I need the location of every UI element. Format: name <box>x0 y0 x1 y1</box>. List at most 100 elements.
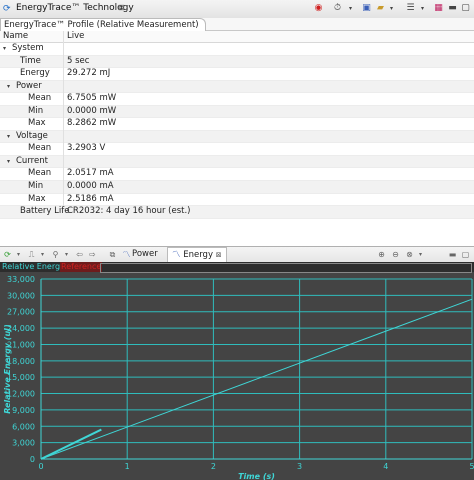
refresh-icon[interactable]: ⟳ <box>2 249 13 260</box>
app-title: EnergyTrace™ Technology <box>16 3 134 13</box>
table-row[interactable]: Mean 6.7505 mW <box>0 93 474 106</box>
row-name: Max <box>28 193 46 204</box>
profile-table: Name Live ▾ System Time 5 sec Energy 29.272 m… <box>0 31 474 219</box>
open-dropdown-icon[interactable]: ▾ <box>386 3 397 14</box>
table-row[interactable]: Max 2.5186 mA <box>0 194 474 207</box>
row-name: Energy <box>20 68 50 79</box>
row-value: 0.0000 mW <box>67 105 117 116</box>
maximize-icon[interactable]: ▢ <box>460 3 471 14</box>
y-tick-label: 30,000 <box>7 291 35 300</box>
y-tick-label: 6,000 <box>12 422 35 431</box>
chart-minimize-icon[interactable]: ▬ <box>447 249 458 260</box>
column-header-live[interactable]: Live <box>67 31 84 42</box>
y-tick-label: 33,000 <box>7 275 35 284</box>
y-tick-label: 27,000 <box>7 308 35 317</box>
settings-dropdown-icon[interactable]: ▾ <box>417 3 428 14</box>
zoom-fit-icon[interactable]: ⊗ <box>404 249 415 260</box>
x-tick-label: 5 <box>469 462 474 471</box>
open-folder-icon[interactable]: ▰ <box>375 3 386 14</box>
record-icon[interactable]: ◉ <box>313 3 324 14</box>
legend-relative-energy[interactable]: Relative Energy <box>2 262 65 272</box>
energy-tab-icon: 〽 <box>172 250 181 260</box>
energy-chart[interactable]: 03,0006,0009,00012,00015,00018,00021,000… <box>0 272 474 480</box>
table-row[interactable]: Time 5 sec <box>0 55 474 69</box>
pin-dropdown-icon[interactable]: ▾ <box>61 249 72 260</box>
row-name: Power <box>16 80 42 91</box>
y-axis-label: Relative Energy (uJ) <box>3 324 12 414</box>
x-axis-label: Time (s) <box>238 472 275 480</box>
row-name: Voltage <box>16 130 48 141</box>
table-row[interactable]: Mean 3.2903 V <box>0 143 474 156</box>
zoom-dropdown-icon[interactable]: ▾ <box>415 249 426 260</box>
x-tick-label: 0 <box>38 462 43 471</box>
row-name: Battery Life <box>20 206 70 217</box>
timer-icon[interactable]: ⏱ <box>332 3 343 14</box>
save-icon[interactable]: ▣ <box>361 3 372 14</box>
table-row[interactable]: ▾ Current <box>0 155 474 169</box>
row-name: Current <box>16 155 48 166</box>
graph-dropdown-icon[interactable]: ▾ <box>37 249 48 260</box>
table-row[interactable]: Max 8.2862 mW <box>0 118 474 131</box>
column-divider <box>63 31 64 206</box>
tab-power[interactable]: Power <box>132 249 158 260</box>
x-tick-label: 3 <box>297 462 302 471</box>
forward-icon[interactable]: ⇨ <box>87 249 98 260</box>
tab-energy-label: Energy <box>183 250 213 260</box>
energytrace-icon: ⟳ <box>3 4 11 14</box>
row-value: 6.7505 mW <box>67 93 117 104</box>
row-name: Mean <box>28 168 52 179</box>
title-bar: ⟳ EnergyTrace™ Technology ⊠ ◉ ⏱ ▾ ▣ ▰ ▾ … <box>0 0 474 19</box>
row-name: Max <box>28 118 46 129</box>
expand-toggle-icon[interactable]: ▾ <box>7 81 10 92</box>
column-header-name[interactable]: Name <box>3 31 28 42</box>
expand-toggle-icon[interactable]: ▾ <box>7 156 10 167</box>
compare-icon[interactable]: ▦ <box>433 3 444 14</box>
row-value: 2.5186 mA <box>67 193 114 204</box>
row-name: Mean <box>28 143 52 154</box>
energy-tab-close-icon[interactable]: ⊠ <box>216 251 222 259</box>
timer-dropdown-icon[interactable]: ▾ <box>345 3 356 14</box>
table-row[interactable]: Min 0.0000 mW <box>0 105 474 119</box>
new-window-icon[interactable]: ⧉ <box>107 249 118 260</box>
graph-icon[interactable]: ⎍ <box>26 249 37 260</box>
row-name: Time <box>20 55 41 66</box>
back-icon[interactable]: ⇦ <box>74 249 85 260</box>
minimize-icon[interactable]: ▬ <box>447 3 458 14</box>
zoom-in-icon[interactable]: ⊕ <box>376 249 387 260</box>
expand-toggle-icon[interactable]: ▾ <box>3 43 6 54</box>
row-name: Min <box>28 105 44 116</box>
close-icon[interactable]: ⊠ <box>118 3 125 12</box>
tab-energy[interactable]: 〽 Energy ⊠ <box>167 247 227 262</box>
row-value: 8.2862 mW <box>67 118 117 129</box>
legend-reference[interactable]: Reference <box>60 262 103 272</box>
row-name: System <box>12 43 44 53</box>
expand-toggle-icon[interactable]: ▾ <box>7 131 10 142</box>
table-row[interactable]: ▾ Power <box>0 80 474 94</box>
row-value: 3.2903 V <box>67 143 106 154</box>
chart-toolbar: ⟳ ▾ ⎍ ▾ ⚲ ▾ ⇦ ⇨ ⧉ 〽 Power 〽 Energy ⊠ ⊕ ⊖… <box>0 247 474 263</box>
refresh-dropdown-icon[interactable]: ▾ <box>13 249 24 260</box>
table-row[interactable]: Energy 29.272 mJ <box>0 68 474 81</box>
series-line-0 <box>40 428 102 460</box>
row-value: CR2032: 4 day 16 hour (est.) <box>67 206 191 217</box>
row-value: 5 sec <box>67 55 90 66</box>
row-name: Min <box>28 181 44 192</box>
settings-icon[interactable]: ☰ <box>405 3 416 14</box>
chart-maximize-icon[interactable]: ▢ <box>460 249 471 260</box>
row-value: 2.0517 mA <box>67 168 114 179</box>
table-row[interactable]: Mean 2.0517 mA <box>0 168 474 182</box>
power-tab-icon: 〽 <box>122 250 131 259</box>
table-row[interactable]: ▾ Voltage <box>0 130 474 144</box>
series-line-1 <box>40 298 473 460</box>
table-row[interactable]: ▾ System <box>0 43 474 56</box>
row-value: 29.272 mJ <box>67 68 111 79</box>
table-row[interactable]: Min 0.0000 mA <box>0 181 474 194</box>
x-tick-label: 4 <box>383 462 388 471</box>
table-row[interactable]: Battery Life CR2032: 4 day 16 hour (est.) <box>0 206 474 219</box>
zoom-out-icon[interactable]: ⊖ <box>390 249 401 260</box>
x-tick-label: 1 <box>125 462 130 471</box>
x-tick-label: 2 <box>211 462 216 471</box>
y-tick-label: 3,000 <box>12 439 35 448</box>
profile-tab[interactable]: EnergyTrace™ Profile (Relative Measureme… <box>0 18 206 31</box>
pin-icon[interactable]: ⚲ <box>50 249 61 260</box>
